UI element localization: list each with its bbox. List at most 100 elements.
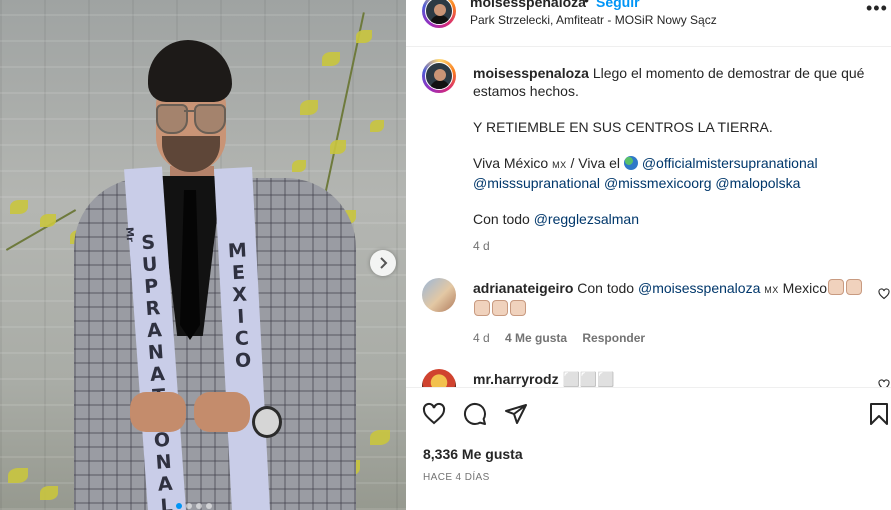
- clap-emoji-icon: [474, 300, 490, 316]
- mention-link[interactable]: @misssupranational: [473, 175, 600, 191]
- avatar[interactable]: [422, 59, 456, 93]
- share-button[interactable]: [504, 402, 528, 431]
- carousel-dot[interactable]: [176, 503, 182, 509]
- next-image-button[interactable]: [370, 250, 396, 276]
- comment-bubble-icon: [463, 402, 486, 425]
- avatar-image: [425, 0, 453, 25]
- post-location[interactable]: Park Strzelecki, Amfiteatr - MOSiR Nowy …: [470, 13, 717, 27]
- mexico-flag-icon: MX: [552, 160, 567, 170]
- likes-count[interactable]: 8,336 Me gusta: [423, 446, 523, 462]
- comments-section[interactable]: moisesspenaloza Llego el momento de demo…: [406, 47, 891, 387]
- save-button[interactable]: [869, 402, 889, 431]
- globe-icon: [623, 156, 638, 170]
- caption-line2: Y RETIEMBLE EN SUS CENTROS LA TIERRA.: [473, 119, 773, 135]
- mention-link[interactable]: @moisesspenaloza: [638, 280, 760, 296]
- comment-text: adrianateigeiro Con todo @moisesspenaloz…: [473, 279, 868, 319]
- clap-emoji-icon: [510, 300, 526, 316]
- post-image[interactable]: Mr SUPRANATIONAL MEXICO: [0, 0, 406, 510]
- more-options-icon[interactable]: •••: [866, 0, 888, 19]
- sash-letter: A: [149, 363, 166, 386]
- wristwatch: [252, 406, 282, 438]
- ivy-leaf: [370, 430, 390, 445]
- sash-letter: A: [146, 319, 163, 343]
- comment-body: ⬜⬜⬜: [562, 371, 615, 387]
- comment-text: mr.harryrodz ⬜⬜⬜: [473, 371, 615, 387]
- comment-like-button[interactable]: [878, 287, 890, 305]
- bookmark-icon: [870, 403, 888, 425]
- sash-letter: U: [141, 253, 159, 277]
- ivy-leaf: [10, 200, 28, 214]
- carousel-dot[interactable]: [186, 503, 192, 509]
- carousel-dot[interactable]: [206, 503, 212, 509]
- carousel-dot[interactable]: [196, 503, 202, 509]
- sash-letter: N: [154, 450, 173, 474]
- clap-emoji-icon: [846, 279, 863, 295]
- avatar-image: [425, 62, 453, 90]
- ivy-leaf: [40, 214, 56, 227]
- hands: [130, 392, 260, 434]
- comment-like-button[interactable]: [878, 378, 890, 387]
- sunglasses-lens-right: [194, 104, 226, 134]
- mention-link[interactable]: @missmexicoorg: [604, 175, 712, 191]
- comment-prefix: Con todo: [577, 280, 635, 296]
- ivy-leaf: [40, 486, 58, 500]
- sash-letter: I: [236, 305, 245, 328]
- sash-letter: S: [140, 231, 156, 255]
- comment-button[interactable]: [463, 402, 487, 431]
- sash-letter: R: [144, 297, 161, 321]
- comment-suffix: Mexico: [782, 280, 828, 296]
- caption-line4-prefix: Con todo: [473, 211, 530, 227]
- ivy-leaf: [292, 160, 306, 172]
- ivy-leaf: [330, 140, 346, 154]
- separator-dot: •: [584, 0, 589, 8]
- follow-button[interactable]: Seguir: [596, 0, 640, 10]
- hand-right: [194, 392, 250, 432]
- sash-letter: O: [234, 349, 252, 373]
- sunglasses-bridge: [184, 110, 194, 112]
- heart-icon: [878, 288, 890, 300]
- post-timestamp[interactable]: HACE 4 DÍAS: [423, 472, 490, 483]
- caption-timestamp[interactable]: 4 d: [473, 239, 490, 253]
- post-username[interactable]: moisesspenaloza: [470, 0, 586, 10]
- caption-username[interactable]: moisesspenaloza: [473, 65, 589, 81]
- sash-letter: A: [157, 472, 174, 496]
- sash-letter: M: [227, 239, 248, 263]
- post-actions: 8,336 Me gusta HACE 4 DÍAS: [406, 387, 891, 510]
- sash-right-text: MEXICO: [218, 239, 263, 373]
- ivy-leaf: [8, 468, 28, 483]
- comment-likes[interactable]: 4 Me gusta: [505, 331, 567, 345]
- mention-link[interactable]: @officialmistersupranational: [642, 155, 818, 171]
- heart-icon: [422, 402, 446, 425]
- post-panel: moisesspenaloza • Seguir Park Strzelecki…: [406, 0, 891, 510]
- sunglasses-lens-left: [156, 104, 188, 134]
- comment-username[interactable]: mr.harryrodz: [473, 371, 559, 387]
- comment-meta: 4 d 4 Me gusta Responder: [473, 331, 657, 345]
- heart-icon: [878, 379, 890, 387]
- hand-left: [130, 392, 186, 432]
- sash-letter: P: [143, 275, 160, 299]
- mexico-flag-icon: MX: [764, 285, 779, 295]
- clap-emoji-icon: [492, 300, 508, 316]
- paper-plane-icon: [505, 404, 527, 424]
- caption-line3-middle: / Viva el: [570, 155, 621, 171]
- like-button[interactable]: [422, 402, 446, 431]
- comment-username[interactable]: adrianateigeiro: [473, 280, 573, 296]
- carousel-dots: [176, 503, 212, 509]
- sash-letter: X: [231, 283, 248, 307]
- commenter-avatar[interactable]: [422, 278, 456, 312]
- chevron-right-icon: [380, 257, 388, 269]
- ivy-leaf: [322, 52, 340, 66]
- mention-link[interactable]: @malopolska: [715, 175, 800, 191]
- ivy-leaf: [356, 30, 372, 43]
- sash-letter: E: [231, 261, 246, 285]
- ivy-leaf: [300, 100, 318, 115]
- reply-button[interactable]: Responder: [582, 331, 645, 345]
- post-header: moisesspenaloza • Seguir Park Strzelecki…: [406, 0, 891, 47]
- sash-letter: N: [147, 341, 165, 365]
- comment-timestamp[interactable]: 4 d: [473, 331, 490, 345]
- mention-link[interactable]: @regglezsalman: [534, 211, 639, 227]
- caption-line3-prefix: Viva México: [473, 155, 549, 171]
- commenter-avatar[interactable]: [422, 369, 456, 387]
- hair: [148, 40, 232, 102]
- avatar[interactable]: [422, 0, 456, 28]
